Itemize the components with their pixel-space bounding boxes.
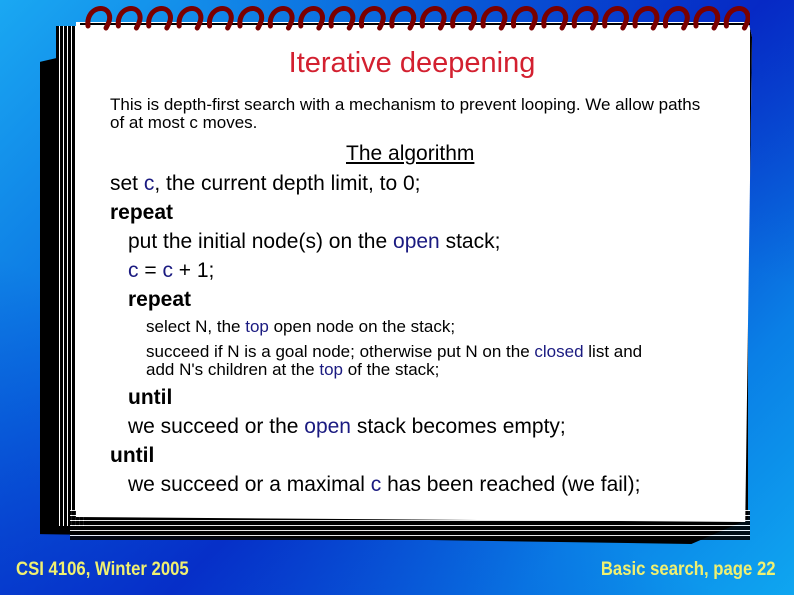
- footer-page: Basic search, page 22: [601, 559, 776, 580]
- intro-text: This is depth-first search with a mechan…: [110, 95, 701, 132]
- keyword-until: until: [110, 444, 155, 467]
- algorithm-heading: The algorithm: [346, 142, 475, 165]
- algorithm-line: select N, the top open node on the stack…: [146, 317, 456, 336]
- keyword-repeat-inner: repeat: [128, 288, 192, 311]
- algorithm-line: set c, the current depth limit, to 0;: [110, 172, 421, 195]
- algorithm-line: c = c + 1;: [128, 259, 215, 282]
- keyword-until-inner: until: [128, 386, 173, 409]
- keyword-repeat: repeat: [110, 201, 174, 224]
- slide-title: Iterative deepening: [288, 47, 536, 79]
- footer-course: CSI 4106, Winter 2005: [16, 559, 189, 580]
- algorithm-line: we succeed or the open stack becomes emp…: [128, 415, 566, 438]
- algorithm-line: we succeed or a maximal c has been reach…: [128, 473, 641, 496]
- algorithm-line: succeed if N is a goal node; otherwise p…: [146, 342, 643, 361]
- algorithm-line: add N's children at the top of the stack…: [146, 360, 440, 379]
- variable-c: c: [143, 172, 155, 195]
- term-open: open: [393, 230, 440, 253]
- algorithm-line: put the initial node(s) on the open stac…: [128, 230, 501, 253]
